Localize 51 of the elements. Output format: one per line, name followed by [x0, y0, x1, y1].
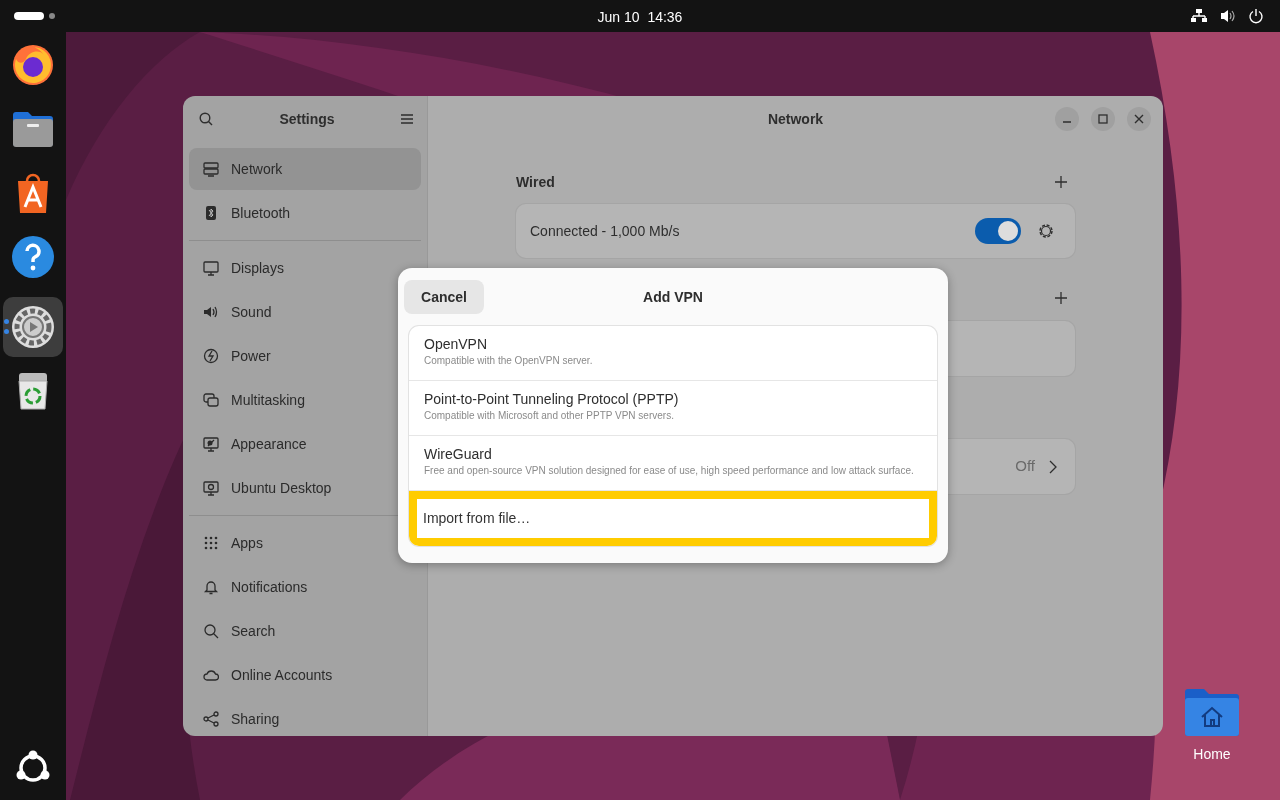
dialog-title: Add VPN	[643, 287, 703, 307]
settings-icon[interactable]	[1037, 222, 1055, 240]
monitor-icon	[203, 260, 219, 276]
sidebar-item[interactable]: Network	[189, 148, 421, 190]
power-icon[interactable]	[1248, 8, 1264, 24]
home-folder-icon[interactable]	[1183, 688, 1241, 738]
power-icon	[203, 348, 219, 364]
minimize-icon	[1063, 121, 1071, 123]
add-icon[interactable]	[1055, 292, 1067, 304]
network-icon[interactable]	[1191, 9, 1207, 23]
sidebar-item[interactable]: Sharing	[189, 698, 421, 736]
menu-icon[interactable]	[401, 114, 413, 124]
monitor-icon	[203, 480, 219, 496]
proxy-value: Off	[1015, 456, 1035, 477]
grid-icon	[203, 535, 219, 551]
volume-icon[interactable]	[1220, 9, 1236, 23]
monitor-icon	[203, 436, 219, 452]
share-icon	[203, 711, 219, 727]
home-folder-label[interactable]: Home	[1193, 744, 1231, 765]
sidebar-item[interactable]: Notifications	[189, 566, 421, 608]
gear-icon[interactable]	[9, 303, 57, 351]
search-icon[interactable]	[199, 112, 213, 126]
sidebar-item[interactable]: Bluetooth	[189, 192, 421, 234]
minimize-button[interactable]	[1055, 107, 1079, 131]
dock-item[interactable]	[3, 297, 63, 357]
speaker-icon	[203, 304, 219, 320]
sidebar-item[interactable]: Search	[189, 610, 421, 652]
search-icon	[203, 623, 219, 639]
sidebar-item[interactable]: Online Accounts	[189, 654, 421, 696]
import-option[interactable]: Import from file…	[409, 491, 937, 546]
windows-icon	[203, 392, 219, 408]
close-button[interactable]	[1127, 107, 1151, 131]
toggle-switch[interactable]	[975, 218, 1021, 244]
chevron-icon	[1049, 459, 1057, 474]
cancel-button[interactable]: Cancel	[404, 280, 484, 314]
connection-status: Connected - 1,000 Mb/s	[530, 221, 681, 241]
close-icon	[1134, 114, 1144, 124]
vpn-option[interactable]: Point-to-Point Tunneling Protocol (PPTP) Compatible with Microsoft and other PPTP VPN servers.	[409, 381, 937, 436]
maximize-icon	[1098, 114, 1108, 124]
maximize-button[interactable]	[1091, 107, 1115, 131]
page-title: Network	[767, 109, 824, 129]
add-icon[interactable]	[1055, 176, 1067, 188]
vpn-option[interactable]: OpenVPN Compatible with the OpenVPN server.	[409, 326, 937, 381]
help-icon[interactable]	[9, 233, 57, 281]
bell-icon	[203, 579, 219, 595]
activities-indicator[interactable]	[14, 11, 58, 21]
sidebar-title: Settings	[279, 109, 335, 129]
section-title: Wired	[516, 172, 555, 192]
cloud-icon	[203, 667, 219, 683]
network-icon	[203, 161, 219, 177]
bluetooth-icon	[203, 205, 219, 221]
